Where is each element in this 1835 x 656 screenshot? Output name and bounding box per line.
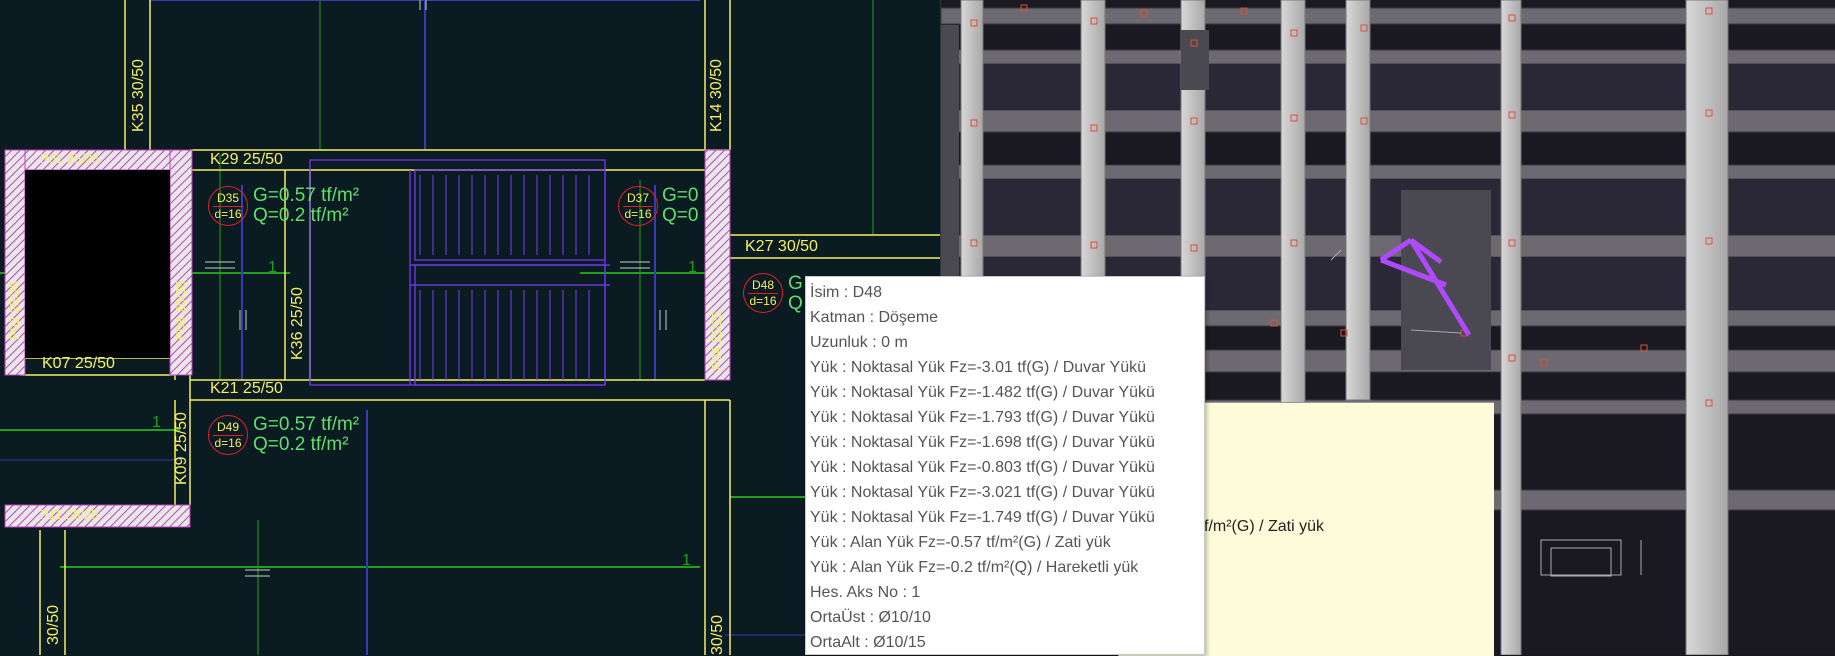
slab-marker-d35[interactable]: D35 d=16 bbox=[208, 186, 248, 226]
beam-label-k35: K35 30/50 bbox=[130, 59, 147, 132]
column-label-bottom: P11 25/25 bbox=[40, 507, 99, 522]
slab-name: D48 bbox=[748, 278, 778, 294]
beam-label-k21: K21 25/50 bbox=[210, 380, 283, 397]
beam-label-bottom-mid: 30/50 bbox=[709, 614, 726, 655]
beam-label-k29: K29 25/50 bbox=[210, 151, 283, 168]
slab-live-load: Q=0 bbox=[662, 205, 699, 226]
slab-dead-load: G=0 bbox=[662, 185, 699, 206]
slab-live-load: Q bbox=[788, 293, 803, 314]
beam-label-k09: K09 25/50 bbox=[173, 412, 190, 485]
background-panel-text: f/m²(G) / Zati yük bbox=[1204, 518, 1324, 535]
slab-dead-load: G=0.57 tf/m² bbox=[253, 414, 360, 435]
slab-dead-load: G=0.57 tf/m² bbox=[253, 185, 360, 206]
plan-view-canvas[interactable]: K35 30/50 K14 30/50 K29 25/50 K27 30/50 … bbox=[0, 0, 940, 655]
slab-name: D37 bbox=[623, 191, 653, 207]
slab-marker-d37[interactable]: D37 d=16 bbox=[618, 186, 658, 226]
beam-label-k14: K14 30/50 bbox=[708, 59, 725, 132]
tooltip-load-line: Yük : Noktasal Yük Fz=-1.749 tf(G) / Duv… bbox=[810, 509, 1155, 526]
slab-thickness: d=16 bbox=[214, 436, 242, 450]
tooltip-bottom-reinforcement: OrtaAlt : Ø10/15 bbox=[810, 634, 926, 651]
column-label-right: P04 25/25 bbox=[709, 310, 724, 370]
column-label-top: P01 25/25 bbox=[40, 151, 100, 166]
slab-thickness: d=16 bbox=[214, 207, 242, 221]
tooltip-load-line: Yük : Noktasal Yük Fz=-3.021 tf(G) / Duv… bbox=[810, 484, 1155, 501]
beam-label-k27: K27 30/50 bbox=[745, 238, 818, 255]
column-label-mid: P03 25/25 bbox=[173, 280, 188, 340]
tooltip-top-reinforcement: OrtaÜst : Ø10/10 bbox=[810, 609, 931, 626]
axis-number: 1 bbox=[682, 552, 691, 569]
slab-live-load: Q=0.2 tf/m² bbox=[253, 434, 349, 455]
tooltip-name: İsim : D48 bbox=[810, 284, 883, 301]
axis-number: 1 bbox=[688, 259, 697, 276]
beam-label-bottom-left: 30/50 bbox=[45, 604, 62, 645]
tooltip-length: Uzunluk : 0 m bbox=[810, 334, 908, 351]
beam-label-k07: K07 25/50 bbox=[42, 355, 115, 372]
tooltip-load-line: Yük : Noktasal Yük Fz=-0.803 tf(G) / Duv… bbox=[810, 459, 1155, 476]
tooltip-axis-number: Hes. Aks No : 1 bbox=[810, 584, 921, 601]
tooltip-load-line: Yük : Noktasal Yük Fz=-1.698 tf(G) / Duv… bbox=[810, 434, 1155, 451]
tooltip-load-line: Yük : Noktasal Yük Fz=-3.01 tf(G) / Duva… bbox=[810, 359, 1146, 376]
tooltip-area-load-live: Yük : Alan Yük Fz=-0.2 tf/m²(Q) / Hareke… bbox=[810, 559, 1139, 576]
slab-marker-d49[interactable]: D49 d=16 bbox=[208, 415, 248, 455]
slab-marker-d48[interactable]: D48 d=16 bbox=[743, 273, 783, 313]
column-label-left: P02 25/25 bbox=[7, 280, 22, 340]
tooltip-layer: Katman : Döşeme bbox=[810, 309, 939, 326]
slab-thickness: d=16 bbox=[749, 294, 777, 308]
slab-live-load: Q=0.2 tf/m² bbox=[253, 205, 349, 226]
slab-thickness: d=16 bbox=[624, 207, 652, 221]
slab-name: D35 bbox=[213, 191, 243, 207]
tooltip-area-load-dead: Yük : Alan Yük Fz=-0.57 tf/m²(G) / Zati … bbox=[810, 534, 1111, 551]
axis-number: 1 bbox=[268, 259, 277, 276]
tooltip-load-line: Yük : Noktasal Yük Fz=-1.482 tf(G) / Duv… bbox=[810, 384, 1155, 401]
beam-label-k36: K36 25/50 bbox=[289, 287, 306, 360]
slab-dead-load: G bbox=[788, 273, 803, 294]
tooltip-load-line: Yük : Noktasal Yük Fz=-1.793 tf(G) / Duv… bbox=[810, 409, 1155, 426]
slab-name: D49 bbox=[213, 420, 243, 436]
object-info-tooltip: İsim : D48 Katman : Döşeme Uzunluk : 0 m… bbox=[805, 276, 1205, 655]
axis-number: 1 bbox=[152, 414, 161, 431]
